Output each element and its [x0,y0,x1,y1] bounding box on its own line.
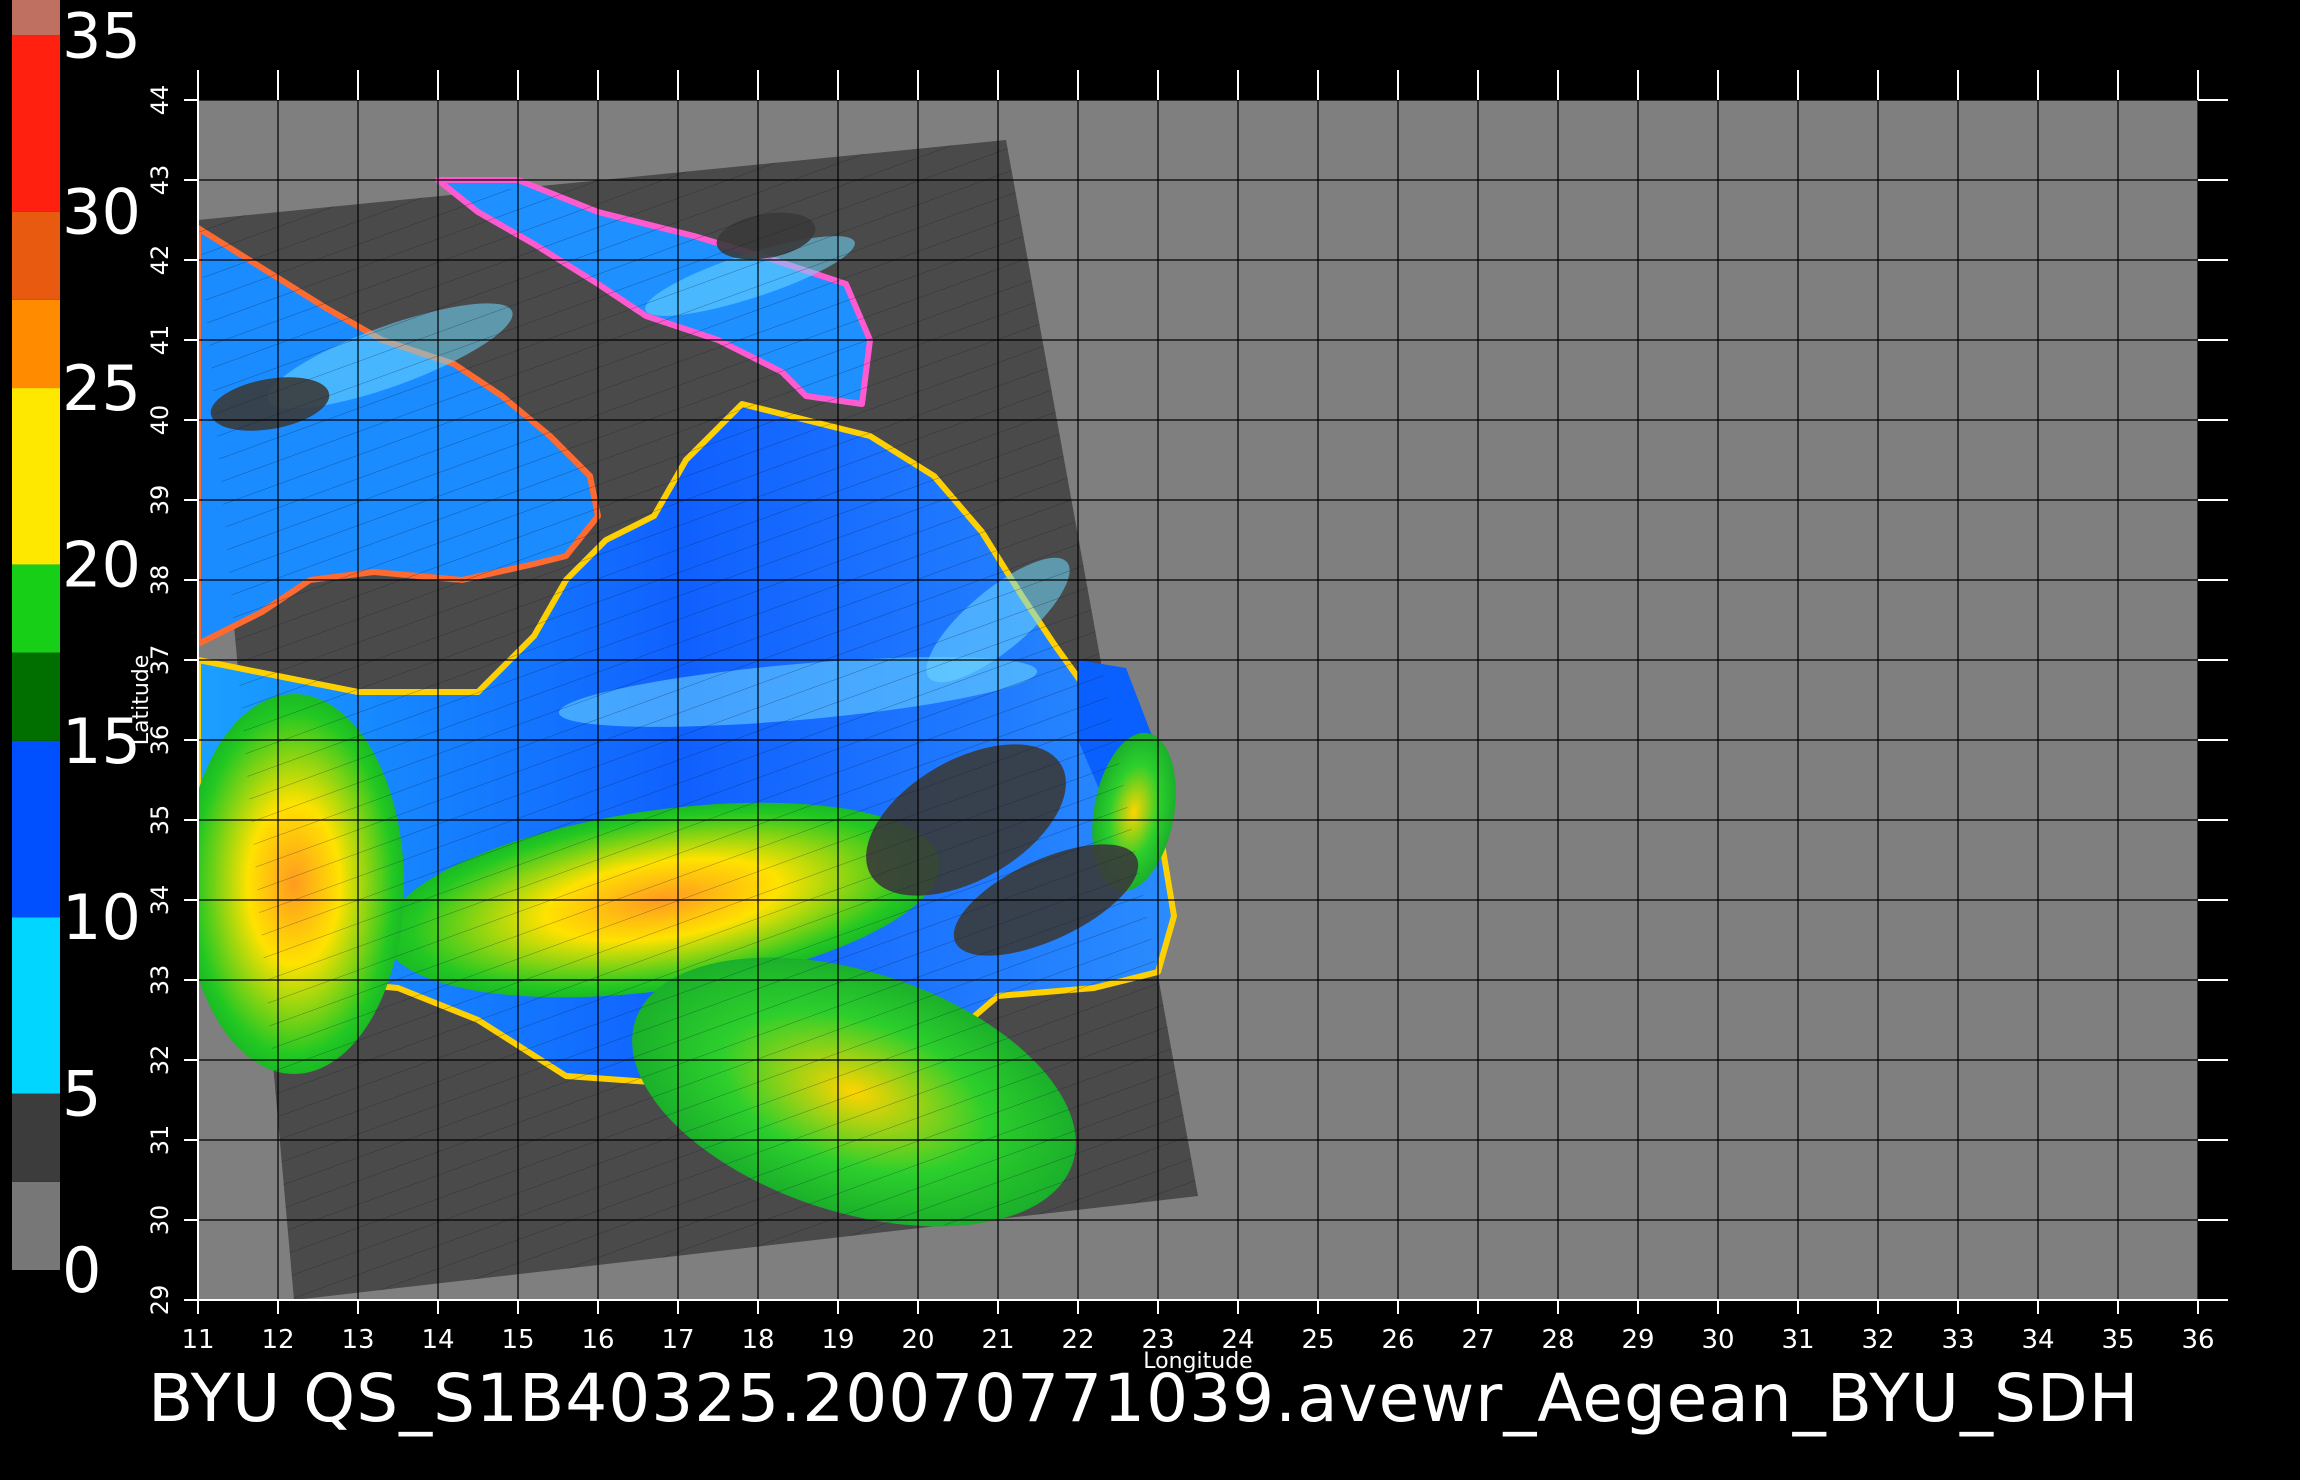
y-tick-label: 34 [146,885,174,916]
x-tick-label: 17 [661,1325,694,1355]
x-tick-label: 19 [821,1325,854,1355]
x-tick-label: 26 [1381,1325,1414,1355]
x-tick-label: 36 [2181,1325,2214,1355]
colorbar-tick-label: 35 [62,0,141,72]
image-title: BYU QS_S1B40325.20070771039.avewr_Aegean… [148,1360,2140,1437]
x-tick-label: 25 [1301,1325,1334,1355]
x-tick-label: 22 [1061,1325,1094,1355]
y-tick-label: 43 [146,165,174,196]
y-tick-label: 44 [146,85,174,116]
colorbar-band [12,0,60,36]
x-tick-label: 15 [501,1325,534,1355]
x-tick-label: 27 [1461,1325,1494,1355]
x-tick-label: 16 [581,1325,614,1355]
x-tick-label: 20 [901,1325,934,1355]
colorbar: 05101520253035 [12,0,141,1307]
x-tick-label: 21 [981,1325,1014,1355]
colorbar-tick-label: 20 [62,528,141,601]
y-tick-label: 40 [146,405,174,436]
colorbar-tick-label: 30 [62,176,141,249]
colorbar-tick-label: 25 [62,352,141,425]
x-tick-label: 11 [181,1325,214,1355]
colorbar-band [12,1181,60,1270]
y-axis-label: Latitude [129,655,154,746]
x-tick-label: 32 [1861,1325,1894,1355]
colorbar-band [12,211,60,300]
y-tick-label: 39 [146,485,174,516]
y-tick-label: 42 [146,245,174,276]
x-tick-label: 28 [1541,1325,1574,1355]
x-tick-label: 18 [741,1325,774,1355]
x-tick-label: 35 [2101,1325,2134,1355]
x-tick-label: 29 [1621,1325,1654,1355]
colorbar-tick-label: 0 [62,1234,101,1307]
colorbar-band [12,740,60,918]
y-tick-label: 29 [146,1285,174,1316]
y-tick-label: 30 [146,1205,174,1236]
y-tick-label: 31 [146,1125,174,1156]
y-tick-label: 33 [146,965,174,996]
colorbar-band [12,1093,60,1182]
x-tick-label: 12 [261,1325,294,1355]
colorbar-band [12,388,60,565]
colorbar-band [12,35,60,212]
colorbar-band [12,564,60,653]
colorbar-band [12,652,60,741]
x-tick-label: 13 [341,1325,374,1355]
x-tick-label: 33 [1941,1325,1974,1355]
y-tick-label: 35 [146,805,174,836]
y-tick-label: 41 [146,325,174,356]
wind-map: 11 12 13 14 15 16 17 18 19 20 21 22 23 24 25 26 27 28 29 30… [12,0,2228,1374]
colorbar-tick-label: 10 [62,881,141,954]
colorbar-band [12,917,60,1094]
x-tick-label: 34 [2021,1325,2054,1355]
colorbar-tick-label: 5 [62,1058,101,1131]
x-tick-label: 14 [421,1325,454,1355]
x-tick-label: 30 [1701,1325,1734,1355]
colorbar-band [12,299,60,389]
x-tick-label: 31 [1781,1325,1814,1355]
y-tick-label: 32 [146,1045,174,1076]
y-tick-label: 38 [146,565,174,596]
